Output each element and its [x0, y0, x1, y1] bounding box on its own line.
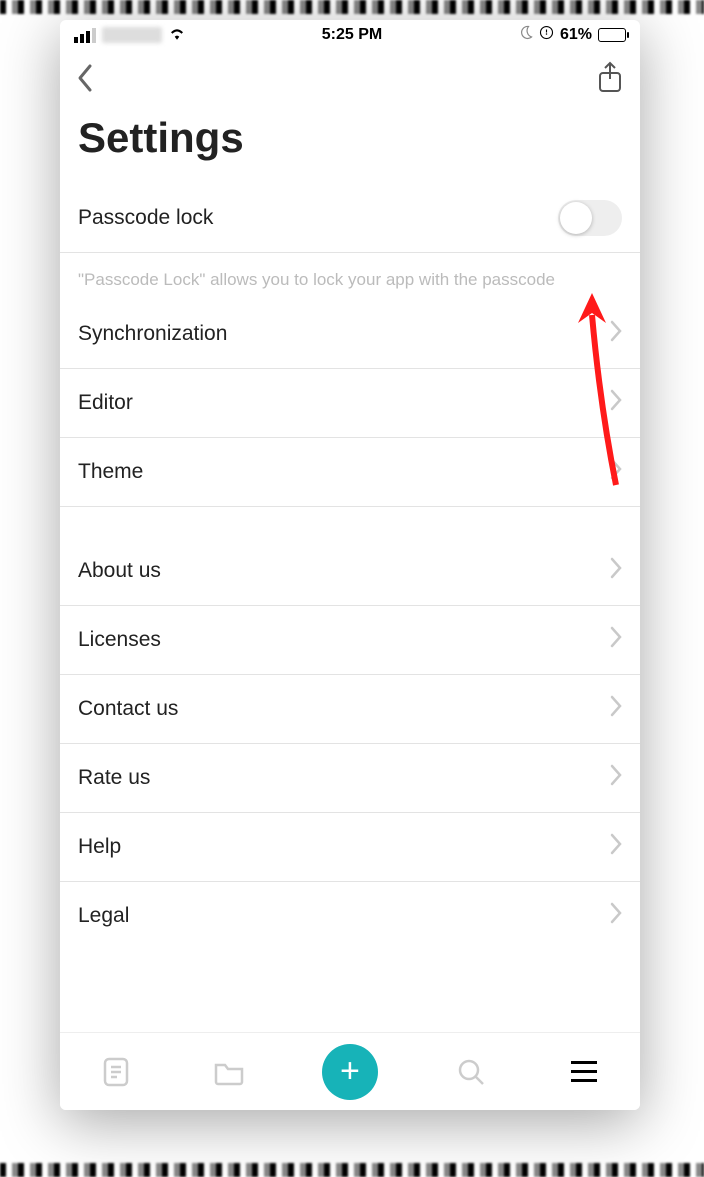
- setting-row-help[interactable]: Help: [60, 813, 640, 882]
- battery-icon: [598, 28, 626, 42]
- row-label: Passcode lock: [78, 206, 213, 230]
- cell-signal-icon: [74, 28, 96, 43]
- share-button[interactable]: [596, 61, 624, 100]
- row-label: Help: [78, 835, 121, 859]
- setting-row-licenses[interactable]: Licenses: [60, 606, 640, 675]
- tab-folders[interactable]: [209, 1052, 249, 1092]
- status-bar: 5:25 PM 61%: [60, 20, 640, 50]
- chevron-right-icon: [610, 557, 622, 584]
- setting-row-legal[interactable]: Legal: [60, 882, 640, 922]
- row-label: Rate us: [78, 766, 150, 790]
- row-label: Contact us: [78, 697, 178, 721]
- chevron-right-icon: [610, 389, 622, 416]
- battery-percent: 61%: [560, 26, 592, 44]
- setting-row-passcode-lock[interactable]: Passcode lock: [60, 184, 640, 253]
- setting-row-synchronization[interactable]: Synchronization: [60, 300, 640, 369]
- row-label: Editor: [78, 391, 133, 415]
- chevron-right-icon: [610, 626, 622, 653]
- tab-menu[interactable]: [564, 1052, 604, 1092]
- setting-row-about-us[interactable]: About us: [60, 537, 640, 606]
- setting-row-theme[interactable]: Theme: [60, 438, 640, 507]
- decorative-edge: [0, 1163, 704, 1177]
- wifi-icon: [168, 26, 186, 45]
- row-label: Synchronization: [78, 322, 227, 346]
- passcode-lock-description: "Passcode Lock" allows you to lock your …: [60, 253, 640, 300]
- tab-search[interactable]: [451, 1052, 491, 1092]
- chevron-right-icon: [610, 695, 622, 722]
- chevron-right-icon: [610, 902, 622, 929]
- passcode-toggle[interactable]: [558, 200, 622, 236]
- back-button[interactable]: [76, 63, 94, 98]
- row-label: About us: [78, 559, 161, 583]
- chevron-right-icon: [610, 833, 622, 860]
- setting-row-editor[interactable]: Editor: [60, 369, 640, 438]
- row-label: Legal: [78, 904, 129, 928]
- page-title: Settings: [60, 110, 640, 184]
- chevron-right-icon: [610, 320, 622, 347]
- setting-row-contact-us[interactable]: Contact us: [60, 675, 640, 744]
- decorative-edge: [0, 0, 704, 14]
- phone-frame: 5:25 PM 61% Settings Passcode lock: [60, 20, 640, 1110]
- chevron-right-icon: [610, 764, 622, 791]
- status-time: 5:25 PM: [322, 26, 382, 44]
- row-label: Theme: [78, 460, 143, 484]
- add-button[interactable]: +: [322, 1044, 378, 1100]
- row-label: Licenses: [78, 628, 161, 652]
- bottom-tab-bar: +: [60, 1032, 640, 1110]
- moon-icon: [518, 25, 533, 45]
- plus-icon: +: [340, 1052, 360, 1091]
- carrier-blurred: [102, 27, 162, 43]
- rotation-lock-icon: [539, 25, 554, 45]
- setting-row-rate-us[interactable]: Rate us: [60, 744, 640, 813]
- tab-notes[interactable]: [96, 1052, 136, 1092]
- chevron-right-icon: [610, 458, 622, 485]
- menu-icon: [571, 1061, 597, 1082]
- settings-list[interactable]: Passcode lock "Passcode Lock" allows you…: [60, 184, 640, 1032]
